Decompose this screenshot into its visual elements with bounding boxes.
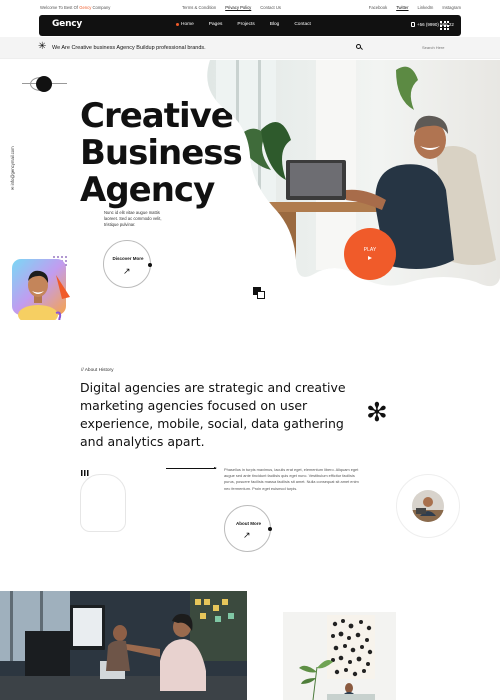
workspace-illustration <box>283 612 396 700</box>
nav-item-home[interactable]: Home <box>176 22 194 27</box>
about-more-label: About More <box>236 521 261 526</box>
link-instagram[interactable]: Instagram <box>442 5 461 10</box>
nav-item-projects[interactable]: Projects <box>237 22 254 27</box>
welcome-suffix: Company <box>92 5 111 10</box>
asterisk-icon: ✻ <box>366 398 388 428</box>
link-terms[interactable]: Terms & Condition <box>182 5 216 10</box>
announcement-bar: ✳ We Are Creative business Agency Buildu… <box>0 37 500 59</box>
top-links: Terms & Condition Privacy Policy Contact… <box>182 5 281 10</box>
workspace-photo <box>283 612 396 700</box>
about-heading: Digital agencies are strategic and creat… <box>80 380 346 449</box>
menu-grid-icon[interactable] <box>440 21 449 30</box>
decorative-pattern <box>81 470 90 476</box>
hero-description: Nunc id elit vitae augue mattis laoreet.… <box>104 210 162 227</box>
nav-item-pages[interactable]: Pages <box>209 22 223 27</box>
asterisk-icon: ✳ <box>38 41 47 52</box>
team-avatar-card <box>10 255 70 325</box>
arrow-up-right-icon: ↗ <box>243 530 251 540</box>
side-email[interactable]: ✉ info@gencymail.com <box>10 146 15 190</box>
nav-item-blog[interactable]: Blog <box>270 22 280 27</box>
nav-label: Blog <box>269 22 280 27</box>
thumbnail-illustration <box>412 490 444 522</box>
nav-item-contact[interactable]: Contact <box>294 22 311 27</box>
phone-icon <box>411 22 415 27</box>
welcome-brand: Gency <box>79 5 92 10</box>
top-strip: Welcome To Best Of Gency Company Terms &… <box>0 0 500 14</box>
knob-dot <box>268 527 272 531</box>
knob-dot <box>148 263 152 267</box>
welcome-text: Welcome To Best Of Gency Company <box>40 5 110 10</box>
active-dot-icon <box>176 23 179 26</box>
arrow-line-icon <box>166 466 217 469</box>
announcement-text: We Are Creative business Agency Buildup … <box>52 45 206 51</box>
play-video-button[interactable]: PLAY <box>344 228 396 280</box>
main-navbar: Gency Home Pages Projects Blog Contact +… <box>39 15 461 36</box>
nav-label: Pages <box>208 22 223 27</box>
link-privacy[interactable]: Privacy Policy <box>225 5 251 10</box>
office-photo <box>0 591 247 700</box>
link-twitter[interactable]: Twitter <box>396 5 408 10</box>
nav-label: Contact <box>294 22 311 27</box>
arrow-up-right-icon: ↗ <box>123 266 131 276</box>
decorative-outline <box>80 474 126 532</box>
decorative-dot <box>36 76 52 92</box>
office-illustration <box>0 591 247 700</box>
about-body: Phasellus in turpis maximus, iaculis era… <box>224 467 359 491</box>
avatar-illustration <box>12 256 70 325</box>
play-icon <box>368 256 372 260</box>
search-icon[interactable] <box>356 44 361 49</box>
nav-label: Home <box>181 22 194 27</box>
discover-more-label: Discover More <box>112 256 144 261</box>
link-facebook[interactable]: Facebook <box>369 5 387 10</box>
welcome-prefix: Welcome To Best Of <box>40 5 79 10</box>
play-label: PLAY <box>363 247 377 253</box>
nav-label: Projects <box>237 22 255 27</box>
discover-more-button[interactable]: Discover More ↗ <box>103 240 152 288</box>
link-contact[interactable]: Contact Us <box>260 5 281 10</box>
nav-menu: Home Pages Projects Blog Contact <box>176 22 311 27</box>
link-linkedin[interactable]: LinkedIn <box>418 5 434 10</box>
search-input[interactable] <box>422 45 472 50</box>
team-photo-thumbnail <box>412 490 444 522</box>
site-logo[interactable]: Gency <box>52 19 82 29</box>
decorative-squares <box>253 287 265 299</box>
social-links: Facebook Twitter LinkedIn Instagram <box>369 5 461 10</box>
about-kicker: // About History <box>81 368 114 373</box>
about-more-button[interactable]: About More ↗ <box>224 505 272 552</box>
